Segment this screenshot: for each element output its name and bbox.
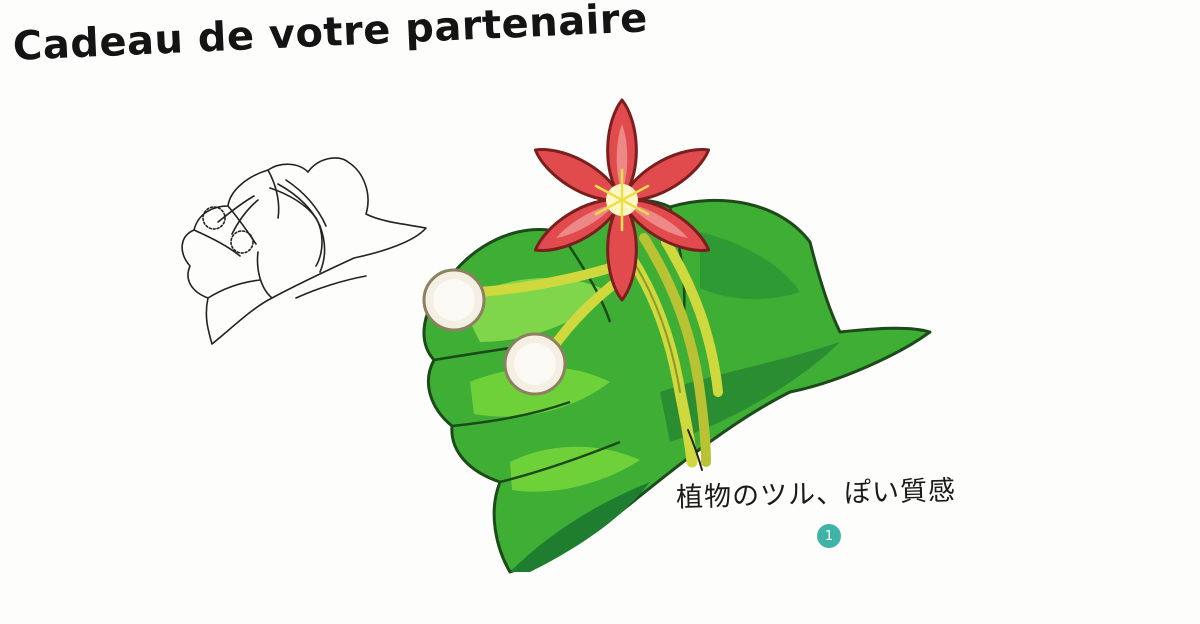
lineart-sketch bbox=[181, 157, 427, 345]
annotation-note: 植物のツル、ぽい質感 bbox=[675, 475, 957, 514]
page-title: Cadeau de votre partenaire bbox=[11, 0, 649, 71]
annotation-leader-line bbox=[687, 429, 703, 471]
annotation-badge: 1 bbox=[817, 524, 841, 548]
